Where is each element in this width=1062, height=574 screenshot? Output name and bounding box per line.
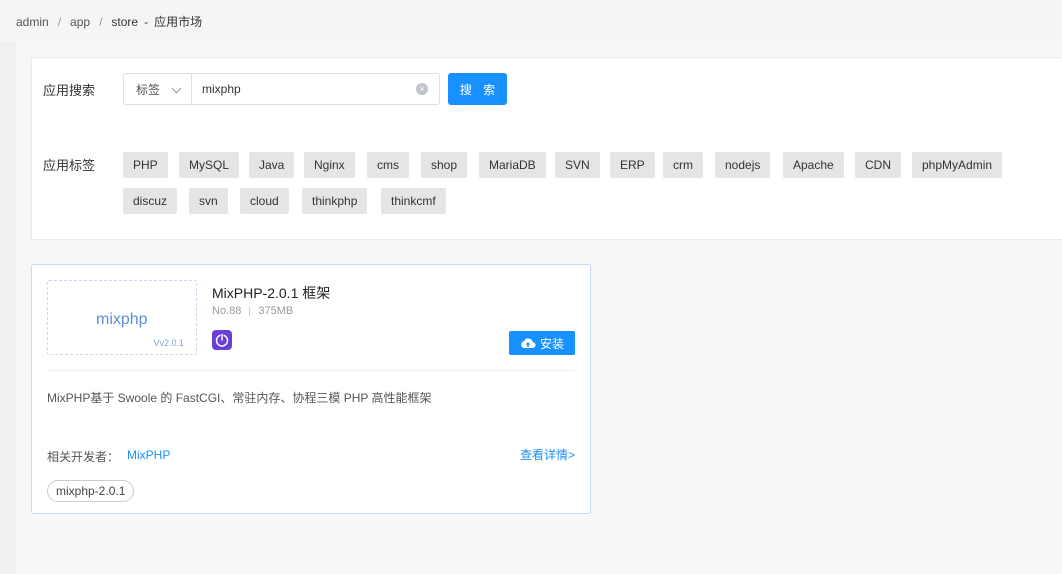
logo-version: Vv2.0.1 — [153, 338, 184, 348]
breadcrumb-store: store — [111, 14, 139, 29]
developer-label: 相关开发者： — [47, 450, 120, 464]
tag-thinkcmf[interactable]: thinkcmf — [381, 188, 446, 214]
tag-erp[interactable]: ERP — [610, 152, 655, 178]
tag-thinkphp[interactable]: thinkphp — [302, 188, 368, 214]
tag-nodejs[interactable]: nodejs — [715, 152, 771, 178]
main-content: 应用搜索 标签 × 搜 索 应用标签 PHP MySQL Java Nginx … — [16, 42, 1062, 574]
breadcrumb-separator: / — [57, 14, 62, 29]
tag-crm[interactable]: crm — [663, 152, 703, 178]
power-icon — [212, 330, 232, 350]
app-card[interactable]: mixphp Vv2.0.1 MixPHP-2.0.1 框架 No.88 375… — [31, 264, 591, 514]
tags-label: 应用标签 — [43, 158, 96, 173]
cloud-upload-icon — [520, 337, 536, 349]
tag-shop[interactable]: shop — [421, 152, 468, 178]
tag-discuz[interactable]: discuz — [123, 188, 178, 214]
search-type-value: 标签 — [136, 82, 161, 97]
tag-cms[interactable]: cms — [367, 152, 409, 178]
version-chip: mixphp-2.0.1 — [47, 480, 135, 502]
tag-apache[interactable]: Apache — [783, 152, 844, 178]
breadcrumb-separator: / — [99, 14, 103, 29]
breadcrumb-app[interactable]: app — [70, 15, 90, 29]
search-button[interactable]: 搜 索 — [448, 73, 507, 105]
breadcrumb: admin / app / store - 应用市场 — [16, 13, 202, 30]
top-bar: admin / app / store - 应用市场 — [0, 0, 1062, 42]
tag-cdn[interactable]: CDN — [855, 152, 901, 178]
tag-mariadb[interactable]: MariaDB — [479, 152, 546, 178]
chevron-down-icon — [171, 83, 182, 94]
tag-svn[interactable]: svn — [189, 188, 228, 214]
tag-cloud[interactable]: cloud — [240, 188, 289, 214]
install-label: 安装 — [539, 336, 564, 351]
clear-icon[interactable]: × — [416, 83, 428, 95]
tag-php[interactable]: PHP — [123, 152, 168, 178]
view-details-link[interactable]: 查看详情> — [520, 446, 575, 463]
install-button[interactable]: 安装 — [509, 331, 575, 355]
logo-text: mixphp — [96, 311, 148, 328]
developer-link[interactable]: MixPHP — [127, 448, 170, 462]
search-type-select[interactable]: 标签 — [123, 73, 191, 105]
page-title: 应用市场 — [154, 15, 203, 29]
search-input[interactable] — [191, 73, 440, 105]
app-description: MixPHP基于 Swoole 的 FastCGI、常驻内存、协程三模 PHP … — [47, 391, 432, 405]
tag-mysql[interactable]: MySQL — [179, 152, 240, 178]
search-label: 应用搜索 — [43, 83, 96, 98]
meta-divider — [249, 306, 251, 316]
app-meta: No.88 375MB — [212, 305, 293, 317]
app-size: 375MB — [258, 305, 294, 317]
breadcrumb-dash: - — [144, 14, 149, 29]
app-logo: mixphp Vv2.0.1 — [47, 280, 197, 355]
tag-nginx[interactable]: Nginx — [304, 152, 355, 178]
tag-svn-upper[interactable]: SVN — [555, 152, 600, 178]
breadcrumb-admin[interactable]: admin — [16, 15, 49, 29]
tag-phpmyadmin[interactable]: phpMyAdmin — [912, 152, 1003, 178]
app-title: MixPHP-2.0.1 框架 — [212, 285, 331, 301]
card-divider — [47, 370, 575, 371]
app-number: No.88 — [212, 305, 242, 317]
tag-java[interactable]: Java — [249, 152, 295, 178]
search-panel: 应用搜索 标签 × 搜 索 应用标签 PHP MySQL Java Nginx … — [31, 57, 1062, 240]
